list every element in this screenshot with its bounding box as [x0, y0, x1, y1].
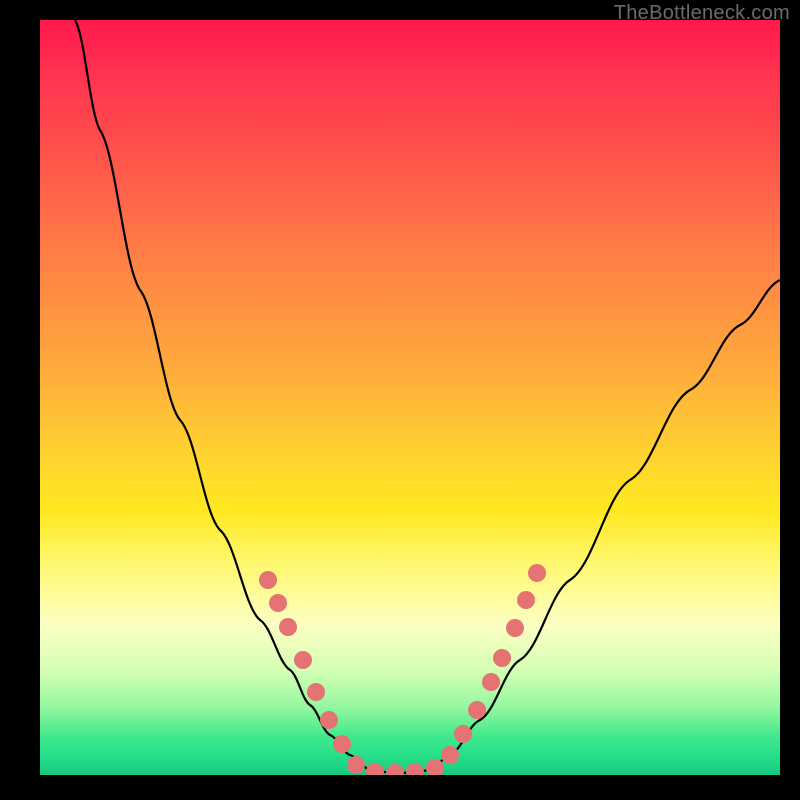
data-marker	[482, 673, 500, 691]
marker-group	[259, 564, 546, 775]
data-marker	[294, 651, 312, 669]
data-marker	[468, 701, 486, 719]
curve-left	[75, 20, 370, 770]
data-marker	[528, 564, 546, 582]
data-marker	[333, 735, 351, 753]
chart-svg	[40, 20, 780, 775]
chart-frame: TheBottleneck.com	[0, 0, 800, 800]
data-marker	[279, 618, 297, 636]
data-marker	[366, 763, 384, 775]
data-marker	[269, 594, 287, 612]
watermark-text: TheBottleneck.com	[614, 2, 790, 25]
data-marker	[441, 746, 459, 764]
data-marker	[493, 649, 511, 667]
data-marker	[347, 756, 365, 774]
data-marker	[406, 763, 424, 775]
data-marker	[307, 683, 325, 701]
data-marker	[386, 764, 404, 775]
data-marker	[259, 571, 277, 589]
data-marker	[320, 711, 338, 729]
curve-right	[430, 280, 780, 770]
data-marker	[506, 619, 524, 637]
plot-area	[40, 20, 780, 775]
data-marker	[517, 591, 535, 609]
data-marker	[454, 725, 472, 743]
